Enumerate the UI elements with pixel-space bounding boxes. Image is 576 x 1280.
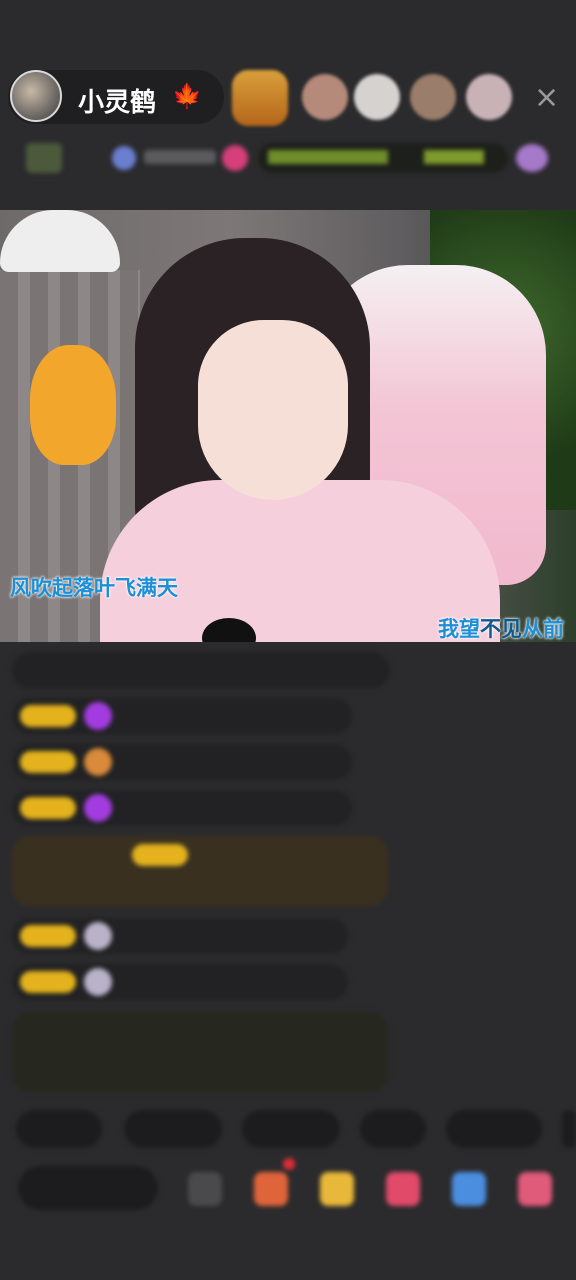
rank-icon [112, 146, 136, 170]
viewer-avatar[interactable] [410, 74, 456, 120]
video-background [0, 210, 120, 272]
avatar [84, 968, 112, 996]
streamer-figure [198, 320, 348, 500]
user-level-badge [20, 751, 76, 773]
quick-reply-chip[interactable] [446, 1110, 542, 1148]
lyric-line-left: 风吹起落叶飞满天 [10, 576, 178, 600]
chat-message-highlight[interactable] [12, 836, 388, 906]
fan-club-icon[interactable] [386, 1172, 420, 1206]
lyric-part: 从前 [522, 617, 564, 641]
host-name[interactable]: 小灵鹤 [78, 82, 156, 119]
gem-icon [84, 794, 112, 822]
quick-reply-chip[interactable] [124, 1110, 222, 1148]
quick-reply-chip[interactable] [562, 1110, 576, 1148]
live-video[interactable]: 风吹起落叶飞满天 我望不见从前 [0, 210, 576, 642]
chat-message[interactable] [12, 652, 390, 688]
close-icon[interactable]: × [534, 80, 559, 115]
host-avatar[interactable] [10, 70, 62, 122]
viewer-avatar[interactable] [232, 70, 288, 126]
avatar [84, 748, 112, 776]
chat-input[interactable] [18, 1166, 158, 1210]
more-icon[interactable] [188, 1172, 222, 1206]
game-icon[interactable] [320, 1172, 354, 1206]
quick-reply-chip[interactable] [16, 1110, 102, 1148]
video-background [30, 345, 116, 465]
gift-box-icon[interactable] [254, 1172, 288, 1206]
gem-icon [84, 702, 112, 730]
user-level-badge [20, 925, 76, 947]
system-notice [12, 1012, 388, 1092]
lyric-line-right: 我望不见从前 [438, 613, 564, 642]
user-level-badge [20, 797, 76, 819]
lyric-part: 不见 [480, 617, 522, 641]
notification-dot [283, 1158, 295, 1170]
gift-icon[interactable] [516, 144, 548, 172]
announcement-text [268, 150, 388, 164]
viewer-avatar[interactable] [466, 74, 512, 120]
avatar [84, 922, 112, 950]
user-level-badge [132, 844, 188, 866]
rank-text [144, 150, 216, 164]
gift-icon[interactable] [222, 145, 248, 171]
viewer-avatar[interactable] [354, 74, 400, 120]
quick-reply-chip[interactable] [360, 1110, 426, 1148]
announcement-text [424, 150, 484, 164]
lyric-part: 我望 [438, 617, 480, 641]
maple-leaf-icon: 🍁 [172, 82, 202, 110]
user-level-badge [20, 971, 76, 993]
level-badge [26, 143, 62, 173]
quick-reply-chip[interactable] [242, 1110, 340, 1148]
shop-icon[interactable] [518, 1172, 552, 1206]
viewer-avatar[interactable] [302, 74, 348, 120]
share-icon[interactable] [452, 1172, 486, 1206]
user-level-badge [20, 705, 76, 727]
